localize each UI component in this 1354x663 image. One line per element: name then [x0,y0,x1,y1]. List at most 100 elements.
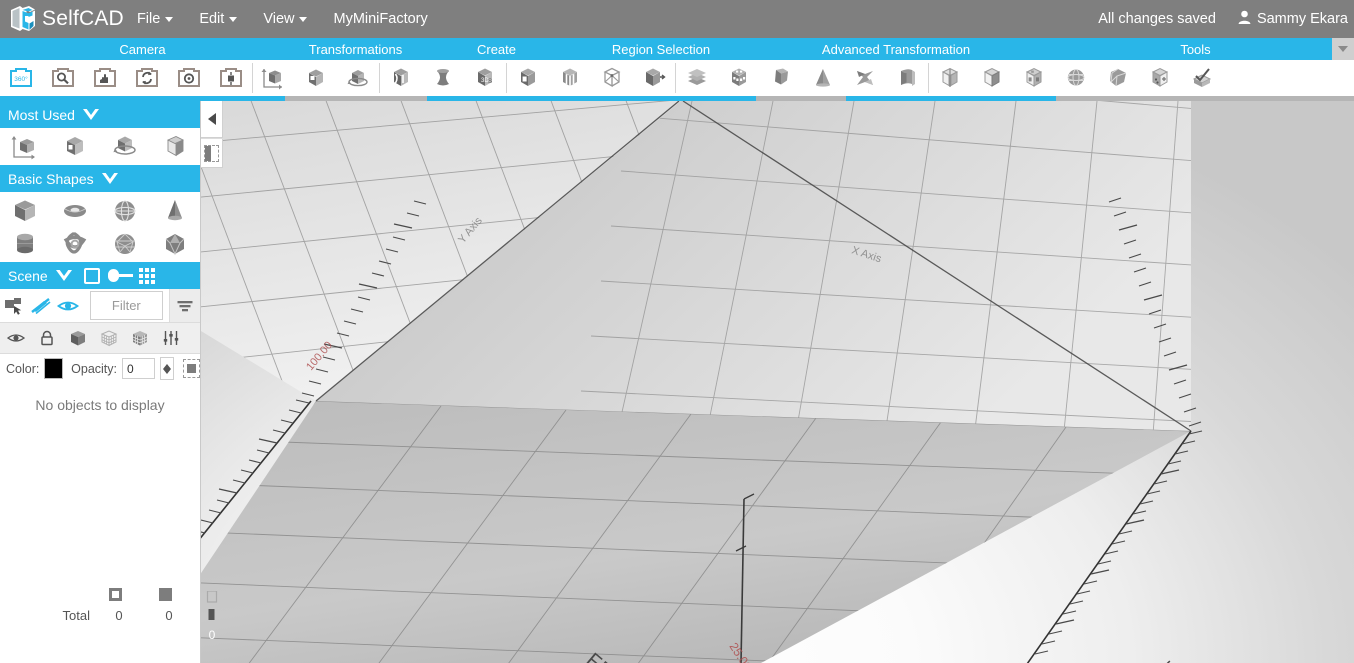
most-used-item-move[interactable] [0,130,50,163]
transform-move-icon-button[interactable] [253,60,295,96]
section-header-scene[interactable]: Scene [0,262,200,289]
ribbon-collapse-button[interactable] [1332,38,1354,60]
viewport-collapse-sidebar-button[interactable] [201,101,223,138]
camera-zoom-icon-button[interactable] [42,60,84,96]
ribbon-category-label: Create [476,41,517,57]
triangle-down-icon[interactable] [82,108,99,120]
menu-edit-label: Edit [199,11,225,27]
svg-text:360°: 360° [14,75,28,83]
basic-shape-sphere[interactable] [100,194,150,227]
camera-360-icon-button[interactable]: 360° [0,60,42,96]
caret-down-icon [229,16,238,22]
select-all-icon[interactable] [182,359,200,378]
opacity-input[interactable]: 0 [122,358,155,379]
menu-edit[interactable]: Edit [186,0,250,38]
create-shape-icon-button[interactable] [380,60,422,96]
section-header-basic-shapes[interactable]: Basic Shapes [0,165,200,192]
most-used-grid [0,128,200,165]
scene-toolbar: Filter [0,289,200,323]
ribbon-group-camera: 360° [0,60,252,96]
totals-label: Total [62,608,90,623]
top-menu-bar: SelfCAD File Edit View MyMiniFactory All… [0,0,1354,38]
svg-text:0: 0 [209,628,216,642]
region-loop-icon-button[interactable] [549,60,591,96]
region-vertex-icon-button[interactable] [591,60,633,96]
most-used-item-rotate[interactable] [100,130,150,163]
basic-shape-torus[interactable] [50,194,100,227]
ribbon-category-camera[interactable]: Camera [0,38,285,60]
scene-view-toggles [83,267,155,284]
camera-frame-icon-button[interactable] [210,60,252,96]
adv-twist-icon-button[interactable] [844,60,886,96]
app-logo[interactable]: SelfCAD [0,4,124,34]
scene-filter-input[interactable]: Filter [89,291,163,320]
create-revolve-icon-button[interactable] [422,60,464,96]
visibility-eye-icon-button[interactable] [0,323,31,353]
user-name-label: Sammy Ekara [1256,11,1348,27]
menu-file[interactable]: File [124,0,186,38]
menu-view[interactable]: View [250,0,320,38]
3d-viewport[interactable]: Y Axis X Axis 100.00 25.00 FRONT RIGHT 0 [201,101,1354,663]
basic-shape-geosphere[interactable] [100,227,150,260]
ribbon-category-region-selection[interactable]: Region Selection [567,38,755,60]
user-account[interactable]: Sammy Ekara [1238,10,1354,29]
menu-myminifactory[interactable]: MyMiniFactory [320,0,440,38]
select-object-icon-button[interactable] [0,289,27,322]
adv-taper-icon-button[interactable] [760,60,802,96]
triangle-down-icon[interactable] [101,172,118,184]
lock-icon-button[interactable] [31,323,62,353]
ribbon-group-transformations [253,60,379,96]
view-slider-icon[interactable] [107,269,133,282]
most-used-item-scale[interactable] [50,130,100,163]
camera-pan-icon-button[interactable] [84,60,126,96]
triangle-down-icon[interactable] [55,269,72,281]
viewport-floor [201,401,1191,663]
basic-shape-torus-knot[interactable] [50,227,100,260]
tool-magic-fix-icon-button[interactable] [1013,60,1055,96]
basic-shape-cone[interactable] [150,194,200,227]
most-used-item-cube[interactable] [150,130,200,163]
ribbon-category-advanced-transformation[interactable]: Advanced Transformation [755,38,1037,60]
adv-cone-taper-icon-button[interactable] [802,60,844,96]
color-swatch[interactable] [44,358,64,379]
tool-sphere-wrap-icon-button[interactable] [1055,60,1097,96]
ribbon-category-tools[interactable]: Tools [1037,38,1354,60]
region-extrude-icon-button[interactable] [633,60,675,96]
camera-orbit-icon-button[interactable] [126,60,168,96]
solid-cube-icon-button[interactable] [62,323,93,353]
tool-hollow-icon-button[interactable] [971,60,1013,96]
basic-shape-icosahedron[interactable] [150,227,200,260]
basic-shape-cube[interactable] [0,194,50,227]
save-status-text: All changes saved [1098,11,1216,27]
scene-empty-message: No objects to display [35,397,165,413]
filter-settings-icon-button[interactable] [168,289,200,322]
mesh-cube-icon-button[interactable] [124,323,155,353]
section-header-most-used[interactable]: Most Used [0,101,200,128]
adv-stack-icon-button[interactable] [676,60,718,96]
transform-scale-icon-button[interactable] [295,60,337,96]
tool-simplify-icon-button[interactable] [1097,60,1139,96]
spinner-icon[interactable] [159,357,174,380]
eye-icon-button[interactable] [54,289,81,322]
viewport-half-fill-button[interactable] [201,139,223,168]
adv-bend-icon-button[interactable] [886,60,928,96]
ribbon-category-transformations[interactable]: Transformations [285,38,426,60]
adv-array-icon-button[interactable] [718,60,760,96]
tool-split-icon-button[interactable] [929,60,971,96]
create-text-icon-button[interactable]: 3D S [464,60,506,96]
wireframe-cube-icon-button[interactable] [93,323,124,353]
view-square-icon[interactable] [83,267,100,284]
ribbon-category-create[interactable]: Create [426,38,567,60]
camera-settings-icon-button[interactable] [168,60,210,96]
tool-stamp-icon-button[interactable] [1181,60,1223,96]
transform-rotate-icon-button[interactable] [337,60,379,96]
tool-boolean-icon-button[interactable] [1139,60,1181,96]
view-grid-icon[interactable] [138,267,155,284]
sliders-icon-button[interactable] [155,323,186,353]
3d-scene-graphic: Y Axis X Axis 100.00 25.00 [201,101,1203,663]
basic-shape-cylinder[interactable] [0,227,50,260]
square-outline-icon [90,588,140,601]
region-face-icon-button[interactable] [507,60,549,96]
scene-color-row: Color: Opacity: 0 [0,354,200,383]
hide-slash-icon-button[interactable] [27,289,54,322]
